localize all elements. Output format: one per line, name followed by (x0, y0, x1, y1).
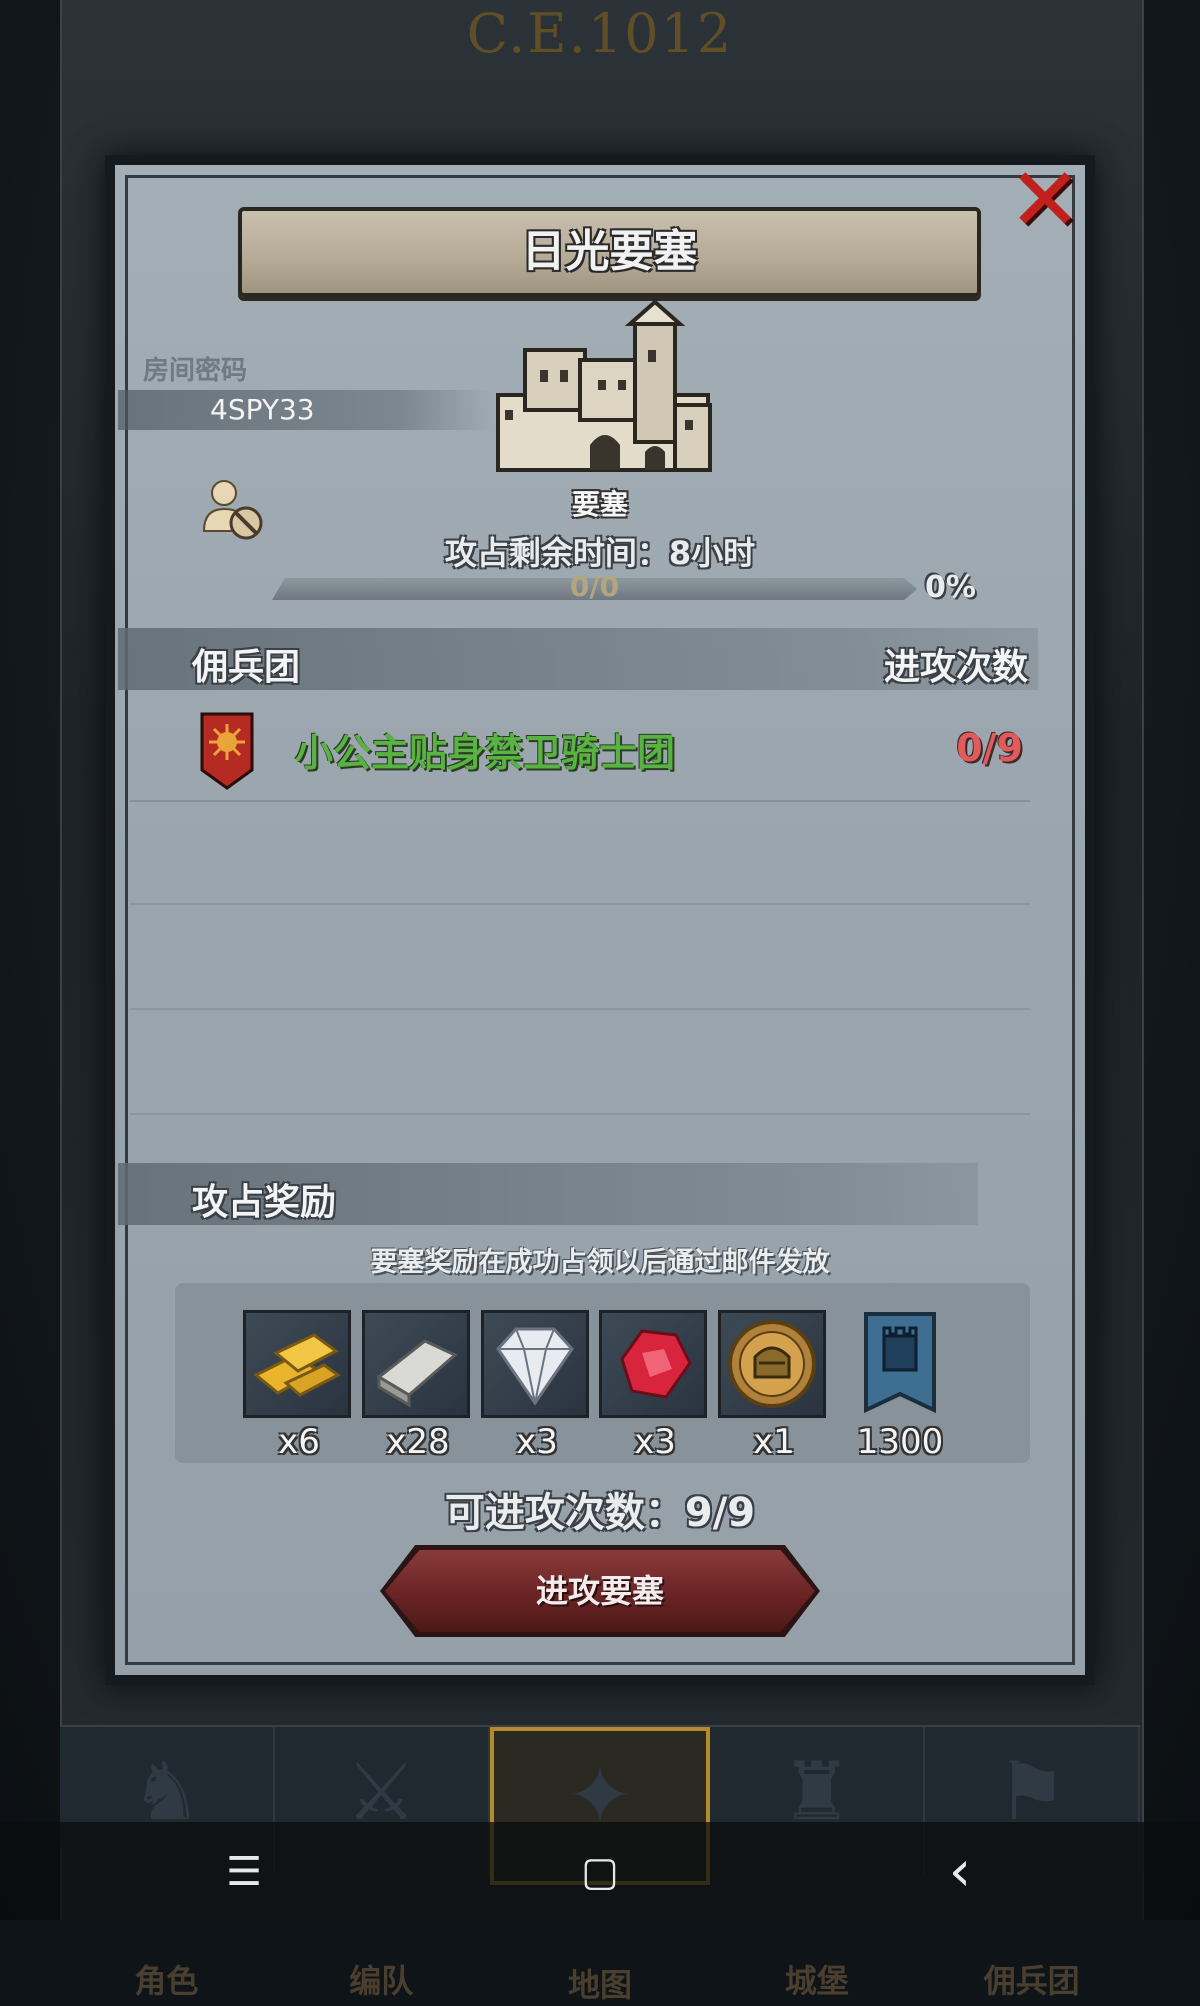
fortress-banner-icon[interactable] (850, 1310, 958, 1418)
gold-bars-icon[interactable] (243, 1310, 351, 1418)
capture-time-remaining: 攻占剩余时间：8小时 (444, 534, 756, 572)
nav-tab-label: 编队 (349, 1962, 414, 2000)
mercenary-attack-count: 0/9 (956, 726, 1023, 770)
nav-tab-label: 角色 (134, 1962, 199, 2000)
knight-coin-icon[interactable] (718, 1310, 826, 1418)
fortress-image (496, 300, 712, 472)
back-icon[interactable]: ‹ (930, 1842, 990, 1902)
reward-quantity: x3 (516, 1422, 558, 1462)
rewards-note: 要塞奖励在成功占领以后通过邮件发放 (370, 1247, 830, 1278)
diamond-icon[interactable] (481, 1310, 589, 1418)
reward-quantity: x28 (386, 1422, 450, 1462)
home-icon[interactable]: ▢ (570, 1842, 630, 1902)
empty-row-divider (130, 1113, 1030, 1115)
system-nav-bar: ☰ ▢ ‹ (0, 1822, 1200, 1920)
close-button[interactable]: ✕ (1000, 155, 1090, 245)
mercenary-shield-icon (200, 712, 254, 790)
attack-fortress-button-label[interactable]: 进攻要塞 (385, 1550, 815, 1632)
rewards-header: 攻占奖励 (192, 1182, 337, 1223)
room-code[interactable]: 4SPY33 (210, 390, 315, 430)
nav-tab-label: 佣兵团 (983, 1962, 1080, 2000)
reward-quantity: x1 (753, 1422, 795, 1462)
nav-tab-label: 城堡 (784, 1962, 849, 2000)
fortress-type-label: 要塞 (571, 488, 628, 521)
mercenary-name: 小公主贴身禁卫骑士团 (295, 731, 676, 775)
empty-row-divider (130, 903, 1030, 905)
dialog-title: 日光要塞 (521, 226, 698, 277)
nav-tab-label: 地图 (567, 1966, 632, 2004)
attack-count-header: 进攻次数 (883, 647, 1028, 688)
era-title: C.E.1012 (466, 2, 734, 65)
mercenary-header: 佣兵团 (192, 647, 301, 688)
ruby-icon[interactable] (599, 1310, 707, 1418)
capture-progress-percent: 0% (925, 570, 976, 605)
attacks-remaining: 可进攻次数：9/9 (444, 1490, 756, 1536)
capture-progress-text: 0/0 (569, 570, 620, 603)
reward-quantity: x3 (634, 1422, 676, 1462)
room-password-label: 房间密码 (143, 356, 248, 386)
reward-quantity: x6 (278, 1422, 320, 1462)
reward-quantity: 1300 (856, 1422, 944, 1462)
menu-icon[interactable]: ☰ (214, 1842, 274, 1902)
empty-row-divider (130, 1008, 1030, 1010)
iron-ingot-icon[interactable] (362, 1310, 470, 1418)
